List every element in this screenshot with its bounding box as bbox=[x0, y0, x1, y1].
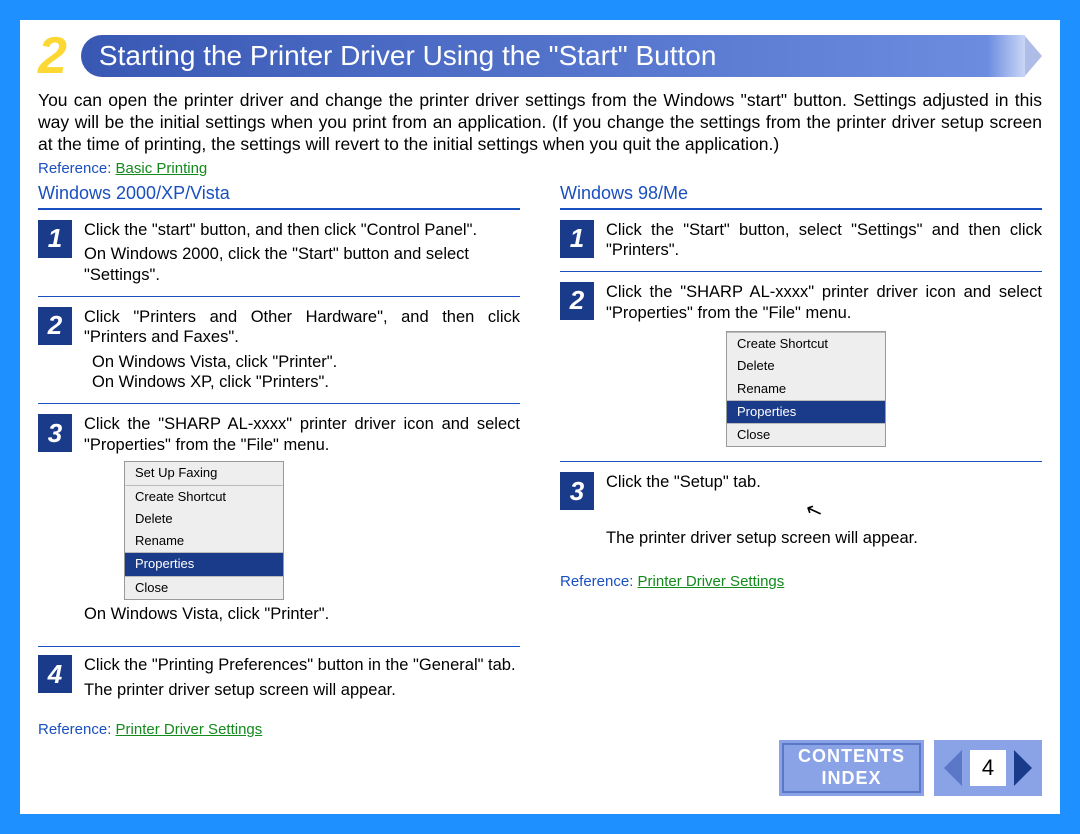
right-step-2: 2 Click the "SHARP AL-xxxx" printer driv… bbox=[560, 282, 1042, 463]
left-heading: Windows 2000/XP/Vista bbox=[38, 183, 520, 210]
menu-item[interactable]: Close bbox=[125, 576, 283, 599]
intro-paragraph: You can open the printer driver and chan… bbox=[38, 90, 1042, 156]
section-number: 2 bbox=[38, 30, 67, 82]
step-text: Click the "start" button, and then click… bbox=[84, 220, 520, 241]
step-body: Click the "Setup" tab. ↖ The printer dri… bbox=[606, 472, 1042, 552]
step-text: Click "Printers and Other Hardware", and… bbox=[84, 307, 520, 348]
step-after-text: On Windows Vista, click "Printer". bbox=[84, 604, 520, 625]
step-number: 1 bbox=[38, 220, 72, 258]
reference-right: Reference: Printer Driver Settings bbox=[560, 573, 1042, 590]
reference-link-basic-printing[interactable]: Basic Printing bbox=[116, 160, 208, 177]
step-number: 3 bbox=[560, 472, 594, 510]
step-number: 3 bbox=[38, 414, 72, 452]
step-body: Click the "Printing Preferences" button … bbox=[84, 655, 520, 700]
toc-panel: CONTENTS INDEX bbox=[779, 740, 924, 796]
reference-top: Reference: Basic Printing bbox=[38, 160, 1042, 177]
menu-item-selected[interactable]: Properties bbox=[125, 553, 283, 575]
left-step-1: 1 Click the "start" button, and then cli… bbox=[38, 220, 520, 297]
step-subtext: On Windows Vista, click "Printer". On Wi… bbox=[84, 352, 520, 393]
step-body: Click the "start" button, and then click… bbox=[84, 220, 520, 286]
step-text: Click the "Printing Preferences" button … bbox=[84, 655, 520, 676]
step-number: 4 bbox=[38, 655, 72, 693]
right-column: Windows 98/Me 1 Click the "Start" button… bbox=[560, 183, 1042, 744]
left-column: Windows 2000/XP/Vista 1 Click the "start… bbox=[38, 183, 520, 744]
step-number: 1 bbox=[560, 220, 594, 258]
title-bar: 2 Starting the Printer Driver Using the … bbox=[38, 32, 1042, 80]
menu-item[interactable]: Delete bbox=[125, 508, 283, 530]
step-body: Click the "SHARP AL-xxxx" printer driver… bbox=[84, 414, 520, 628]
title-track: Starting the Printer Driver Using the "S… bbox=[81, 35, 1025, 77]
menu-item-selected[interactable]: Properties bbox=[727, 401, 885, 423]
step-subtext-lines: On Windows Vista, click "Printer". On Wi… bbox=[92, 352, 520, 393]
step-text: Click the "SHARP AL-xxxx" printer driver… bbox=[606, 282, 1042, 323]
toc-inner: CONTENTS INDEX bbox=[782, 743, 921, 793]
step-number: 2 bbox=[38, 307, 72, 345]
step-text: Click the "SHARP AL-xxxx" printer driver… bbox=[84, 414, 520, 455]
step-text: Click the "Setup" tab. bbox=[606, 472, 1042, 493]
left-step-2: 2 Click "Printers and Other Hardware", a… bbox=[38, 307, 520, 405]
contents-button[interactable]: CONTENTS bbox=[798, 746, 905, 768]
divider bbox=[38, 646, 520, 655]
menu-item[interactable]: Delete bbox=[727, 355, 885, 377]
menu-item[interactable]: Rename bbox=[125, 530, 283, 553]
page-title: Starting the Printer Driver Using the "S… bbox=[99, 40, 716, 72]
title-arrow-icon bbox=[1024, 35, 1042, 77]
page-nav: 4 bbox=[934, 740, 1042, 796]
reference-link-driver-settings[interactable]: Printer Driver Settings bbox=[116, 721, 263, 738]
context-menu: Create Shortcut Delete Rename Properties… bbox=[726, 331, 886, 447]
step-body: Click the "Start" button, select "Settin… bbox=[606, 220, 1042, 261]
prev-page-button[interactable] bbox=[944, 750, 962, 786]
context-menu: Set Up Faxing Create Shortcut Delete Ren… bbox=[124, 461, 284, 600]
menu-item[interactable]: Rename bbox=[727, 378, 885, 401]
right-heading: Windows 98/Me bbox=[560, 183, 1042, 210]
menu-item[interactable]: Create Shortcut bbox=[125, 486, 283, 508]
index-button[interactable]: INDEX bbox=[821, 768, 881, 790]
left-step-4: 4 Click the "Printing Preferences" butto… bbox=[38, 655, 520, 710]
reference-link-driver-settings[interactable]: Printer Driver Settings bbox=[638, 573, 785, 590]
page-number: 4 bbox=[970, 750, 1006, 786]
reference-label: Reference: bbox=[38, 721, 111, 738]
menu-item[interactable]: Set Up Faxing bbox=[125, 462, 283, 485]
cursor-icon: ↖ bbox=[802, 497, 826, 526]
right-step-1: 1 Click the "Start" button, select "Sett… bbox=[560, 220, 1042, 272]
step-after-text: The printer driver setup screen will app… bbox=[606, 528, 1042, 549]
menu-item[interactable]: Close bbox=[727, 423, 885, 446]
step-text: Click the "Start" button, select "Settin… bbox=[606, 220, 1042, 261]
bottom-nav: CONTENTS INDEX 4 bbox=[779, 740, 1042, 796]
step-number: 2 bbox=[560, 282, 594, 320]
reference-label: Reference: bbox=[38, 160, 111, 177]
menu-item[interactable]: Create Shortcut bbox=[727, 332, 885, 355]
right-step-3: 3 Click the "Setup" tab. ↖ The printer d… bbox=[560, 472, 1042, 562]
step-subtext: On Windows 2000, click the "Start" butto… bbox=[84, 244, 520, 285]
columns: Windows 2000/XP/Vista 1 Click the "start… bbox=[38, 183, 1042, 744]
step-body: Click the "SHARP AL-xxxx" printer driver… bbox=[606, 282, 1042, 452]
step-subtext: The printer driver setup screen will app… bbox=[84, 680, 520, 701]
left-step-3: 3 Click the "SHARP AL-xxxx" printer driv… bbox=[38, 414, 520, 638]
next-page-button[interactable] bbox=[1014, 750, 1032, 786]
document-page: 2 Starting the Printer Driver Using the … bbox=[20, 20, 1060, 814]
step-body: Click "Printers and Other Hardware", and… bbox=[84, 307, 520, 394]
reference-label: Reference: bbox=[560, 573, 633, 590]
reference-left: Reference: Printer Driver Settings bbox=[38, 721, 520, 738]
